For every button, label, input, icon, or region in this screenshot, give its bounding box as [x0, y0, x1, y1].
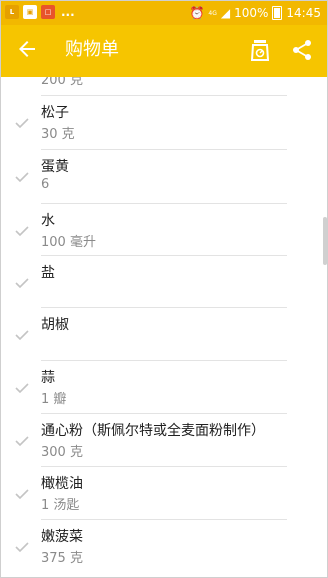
- notification-icons: L ▣ □ ...: [5, 5, 75, 19]
- list-item[interactable]: 蒜 1 瓣: [1, 361, 327, 414]
- check-icon[interactable]: [15, 118, 29, 128]
- clock: 14:45: [286, 6, 321, 20]
- list-item[interactable]: 橄榄油 1 汤匙: [1, 467, 327, 520]
- item-quantity: 6: [41, 177, 50, 192]
- item-quantity: 375 克: [41, 551, 83, 566]
- check-icon[interactable]: [15, 278, 29, 288]
- kitchen-scale-icon[interactable]: [250, 39, 270, 61]
- item-name: 蒜: [41, 370, 55, 386]
- check-icon[interactable]: [15, 383, 29, 393]
- item-name: 盐: [41, 265, 55, 281]
- item-name: 胡椒: [41, 317, 69, 333]
- item-quantity: 1 汤匙: [41, 498, 80, 513]
- app-notification-icon: L: [5, 5, 19, 19]
- network-indicator: 4G: [208, 9, 217, 17]
- item-quantity: 30 克: [41, 127, 75, 142]
- status-bar: L ▣ □ ... ⏰ 4G ◢ 100% 14:45: [1, 1, 327, 25]
- scrollbar[interactable]: [323, 217, 327, 265]
- check-icon[interactable]: [15, 172, 29, 182]
- list-item[interactable]: 松子 30 克: [1, 96, 327, 149]
- list-item[interactable]: 水 100 毫升: [1, 204, 327, 257]
- app-bar: 购物单: [1, 25, 327, 77]
- gallery-notification-icon: ▣: [23, 5, 37, 19]
- arrow-back-icon[interactable]: [15, 37, 39, 61]
- share-icon[interactable]: [291, 39, 313, 61]
- page-title: 购物单: [65, 39, 119, 60]
- check-icon[interactable]: [15, 542, 29, 552]
- battery-icon: [272, 6, 283, 20]
- check-icon[interactable]: [15, 330, 29, 340]
- list-item[interactable]: 盐: [1, 256, 327, 309]
- item-name: 通心粉（斯佩尔特或全麦面粉制作）: [41, 423, 265, 439]
- system-status: ⏰ 4G ◢ 100% 14:45: [189, 5, 321, 21]
- alarm-icon: ⏰: [189, 6, 205, 20]
- more-notifications: ...: [61, 5, 75, 19]
- check-icon[interactable]: [15, 436, 29, 446]
- list-item[interactable]: 通心粉（斯佩尔特或全麦面粉制作） 300 克: [1, 414, 327, 467]
- check-icon[interactable]: [15, 226, 29, 236]
- item-name: 松子: [41, 105, 69, 121]
- list-item[interactable]: 嫩菠菜 375 克: [1, 520, 327, 573]
- check-icon[interactable]: [15, 489, 29, 499]
- app-notification-icon-red: □: [41, 5, 55, 19]
- shopping-list: 200 克 松子 30 克 蛋黄 6 水 100 毫升 盐 胡椒 蒜 1 瓣 通…: [1, 77, 327, 577]
- item-name: 嫩菠菜: [41, 529, 83, 545]
- item-quantity: 300 克: [41, 445, 83, 460]
- app-window: L ▣ □ ... ⏰ 4G ◢ 100% 14:45 购物单 200 克 松子…: [0, 0, 328, 578]
- list-item[interactable]: 胡椒: [1, 308, 327, 361]
- item-name: 水: [41, 213, 55, 229]
- item-name: 橄榄油: [41, 476, 83, 492]
- item-quantity: 200 克: [41, 77, 83, 88]
- item-quantity: 1 瓣: [41, 392, 67, 407]
- battery-level: 100%: [234, 6, 269, 20]
- list-item[interactable]: 蛋黄 6: [1, 150, 327, 203]
- item-quantity: 100 毫升: [41, 235, 96, 250]
- signal-icon: ◢: [220, 6, 231, 20]
- item-name: 蛋黄: [41, 159, 69, 175]
